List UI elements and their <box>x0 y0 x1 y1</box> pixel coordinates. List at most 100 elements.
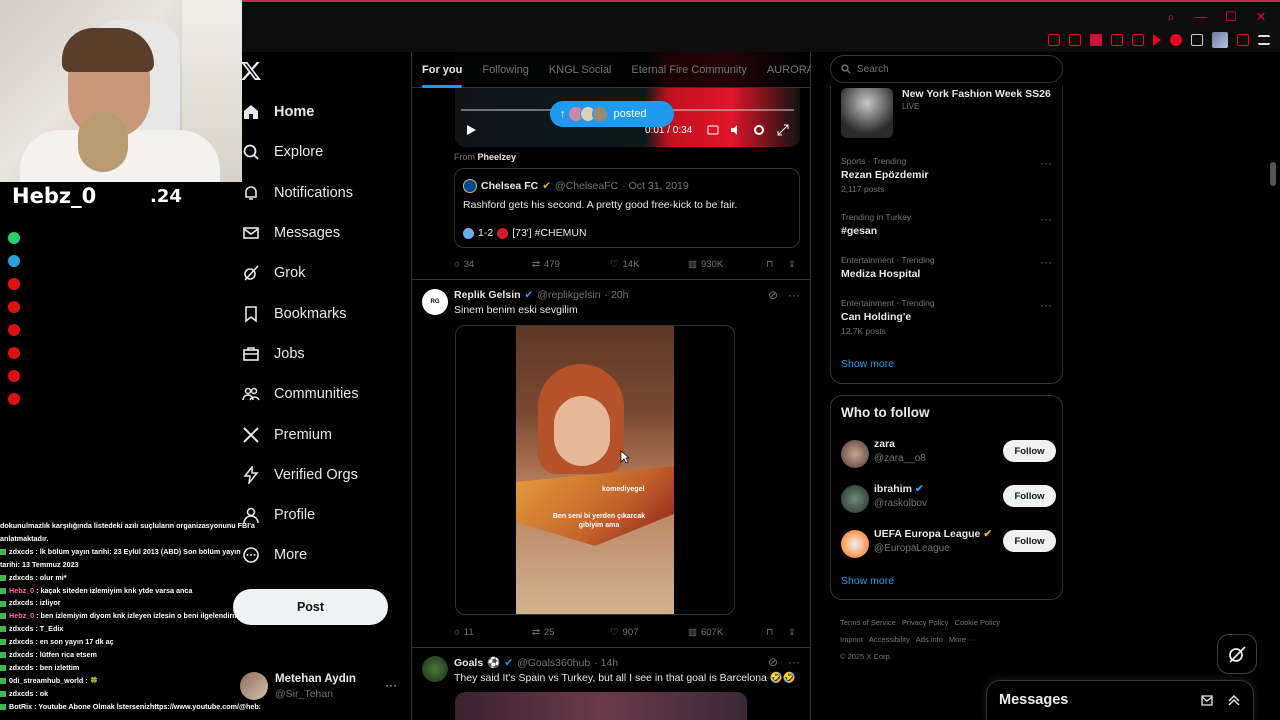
more-icon[interactable]: ··· <box>1040 212 1052 226</box>
share-icon[interactable]: ⇪ <box>788 627 796 638</box>
search-icon[interactable]: ⌕ <box>1164 10 1178 24</box>
new-posts-pill[interactable]: ↑ posted <box>550 101 674 127</box>
avatar[interactable] <box>841 485 869 513</box>
grok-icon[interactable]: ⊘ <box>768 655 778 669</box>
nav-item-jobs[interactable]: Jobs <box>240 334 359 374</box>
like-button[interactable]: ♡ 907 <box>610 627 638 638</box>
fullscreen-icon[interactable] <box>777 124 789 136</box>
bookmark-icon[interactable]: ⊓ <box>766 259 773 270</box>
live-event-image[interactable] <box>841 88 893 138</box>
reply-button[interactable]: ○ 34 <box>454 259 474 270</box>
new-message-icon[interactable] <box>1201 693 1215 707</box>
nav-item-profile[interactable]: Profile <box>240 495 359 535</box>
video-player[interactable]: komediyegel Ben seni bi yerden çıkarcak … <box>455 325 735 615</box>
trend-item[interactable]: Trending in Turkey #gesan ··· <box>841 212 1056 237</box>
suggestion-name[interactable]: zara <box>874 438 895 450</box>
nav-item-messages[interactable]: Messages <box>240 213 359 253</box>
tab-auroras[interactable]: AURORAS <box>757 52 810 88</box>
source-user[interactable]: Pheelzey <box>478 152 517 162</box>
nav-item-premium[interactable]: Premium <box>240 414 359 454</box>
follow-button[interactable]: Follow <box>1003 530 1056 552</box>
translate-icon[interactable] <box>1132 34 1144 46</box>
account-switcher[interactable]: Metehan Aydın @Sir_Tehan ··· <box>240 670 405 706</box>
suggestion-name[interactable]: ibrahim ✔ <box>874 483 924 495</box>
more-icon[interactable]: ··· <box>385 678 397 692</box>
follow-button[interactable]: Follow <box>1003 440 1056 462</box>
nav-item-grok[interactable]: Grok <box>240 253 359 293</box>
show-more-trends-link[interactable]: Show more <box>841 358 894 370</box>
nav-item-verified-orgs[interactable]: Verified Orgs <box>240 455 359 495</box>
footer-link[interactable]: Privacy Policy <box>902 618 949 627</box>
pip-icon[interactable] <box>1111 34 1123 46</box>
avatar[interactable] <box>422 656 448 682</box>
quoted-post[interactable]: Chelsea FC ✔ @ChelseaFC · Oct 31, 2019 R… <box>454 168 800 248</box>
minimize-icon[interactable]: — <box>1194 10 1208 24</box>
show-more-follow-link[interactable]: Show more <box>841 575 894 587</box>
play-icon[interactable] <box>465 124 477 136</box>
repost-button[interactable]: ⇄ 479 <box>532 259 560 270</box>
repost-button[interactable]: ⇄ 25 <box>532 627 555 638</box>
more-icon[interactable]: ··· <box>1040 255 1052 269</box>
views-button[interactable]: ▥ 930K <box>688 259 723 270</box>
reply-button[interactable]: ○ 11 <box>454 627 474 638</box>
post-media[interactable] <box>455 692 747 720</box>
menu-icon[interactable] <box>1258 35 1270 45</box>
suggestion-name[interactable]: UEFA Europa League ✔ <box>874 528 992 540</box>
close-icon[interactable]: ✕ <box>1254 10 1268 24</box>
grok-button[interactable] <box>1217 634 1257 674</box>
tab-kngl-social[interactable]: KNGL Social <box>539 52 622 88</box>
nav-item-more[interactable]: More <box>240 535 359 575</box>
settings-icon[interactable] <box>753 124 765 136</box>
captions-icon[interactable] <box>707 124 719 136</box>
heart-icon[interactable] <box>1170 34 1182 46</box>
tab-following[interactable]: Following <box>472 52 538 88</box>
grok-icon[interactable]: ⊘ <box>768 288 778 302</box>
more-icon[interactable]: ··· <box>788 655 800 669</box>
author-name[interactable]: Goals <box>454 657 483 669</box>
post-button[interactable]: Post <box>233 589 388 625</box>
messages-drawer[interactable]: Messages <box>986 680 1254 720</box>
footer-link[interactable]: Imprint <box>840 635 863 644</box>
footer-link[interactable]: Terms of Service <box>840 618 896 627</box>
follow-button[interactable]: Follow <box>1003 485 1056 507</box>
more-icon[interactable]: ··· <box>788 288 800 302</box>
avatar[interactable] <box>841 440 869 468</box>
tab-for-you[interactable]: For you <box>412 52 472 88</box>
bookmark-icon[interactable]: ⊓ <box>766 627 773 638</box>
puzzle-icon[interactable] <box>1191 34 1203 46</box>
trend-item[interactable]: Entertainment · Trending Mediza Hospital ·… <box>841 255 1056 280</box>
trend-item[interactable]: Entertainment · Trending Can Holding'e 12.… <box>841 298 1056 336</box>
nav-item-bookmarks[interactable]: Bookmarks <box>240 293 359 333</box>
more-icon[interactable]: ··· <box>1040 298 1052 312</box>
live-event-title[interactable]: New York Fashion Week SS26 <box>902 88 1051 100</box>
search-input[interactable]: Search <box>830 55 1063 83</box>
shield-icon[interactable] <box>1090 34 1102 46</box>
nav-item-home[interactable]: Home <box>240 92 359 132</box>
play-icon[interactable] <box>1153 34 1161 46</box>
avatar[interactable]: RG <box>422 289 448 315</box>
nav-item-explore[interactable]: Explore <box>240 132 359 172</box>
author-name[interactable]: Replik Gelsin <box>454 289 521 301</box>
tab-eternal-fire-community[interactable]: Eternal Fire Community <box>621 52 757 88</box>
nav-item-notifications[interactable]: Notifications <box>240 173 359 213</box>
bookmark-icon[interactable] <box>1048 34 1060 46</box>
footer-link[interactable]: More ··· <box>949 635 976 644</box>
avatar[interactable] <box>841 530 869 558</box>
chevron-up-icon[interactable] <box>1227 693 1241 707</box>
nav-item-communities[interactable]: Communities <box>240 374 359 414</box>
screenshot-icon[interactable] <box>1069 34 1081 46</box>
footer-link[interactable]: Ads info <box>916 635 943 644</box>
avatar[interactable] <box>1212 32 1228 48</box>
views-button[interactable]: ▥ 607K <box>688 627 723 638</box>
trend-item[interactable]: Sports · Trending Rezan Epözdemir 2,117 po… <box>841 156 1056 194</box>
like-button[interactable]: ♡ 14K <box>610 259 639 270</box>
more-icon[interactable]: ··· <box>1040 156 1052 170</box>
footer-link[interactable]: Accessibility <box>869 635 910 644</box>
page-scrollbar[interactable] <box>1270 162 1276 186</box>
x-logo-icon[interactable] <box>240 60 262 82</box>
volume-icon[interactable] <box>730 124 742 136</box>
download-icon[interactable] <box>1237 34 1249 46</box>
share-icon[interactable]: ⇪ <box>788 259 796 270</box>
footer-link[interactable]: Cookie Policy <box>955 618 1000 627</box>
maximize-icon[interactable]: ☐ <box>1224 10 1238 24</box>
